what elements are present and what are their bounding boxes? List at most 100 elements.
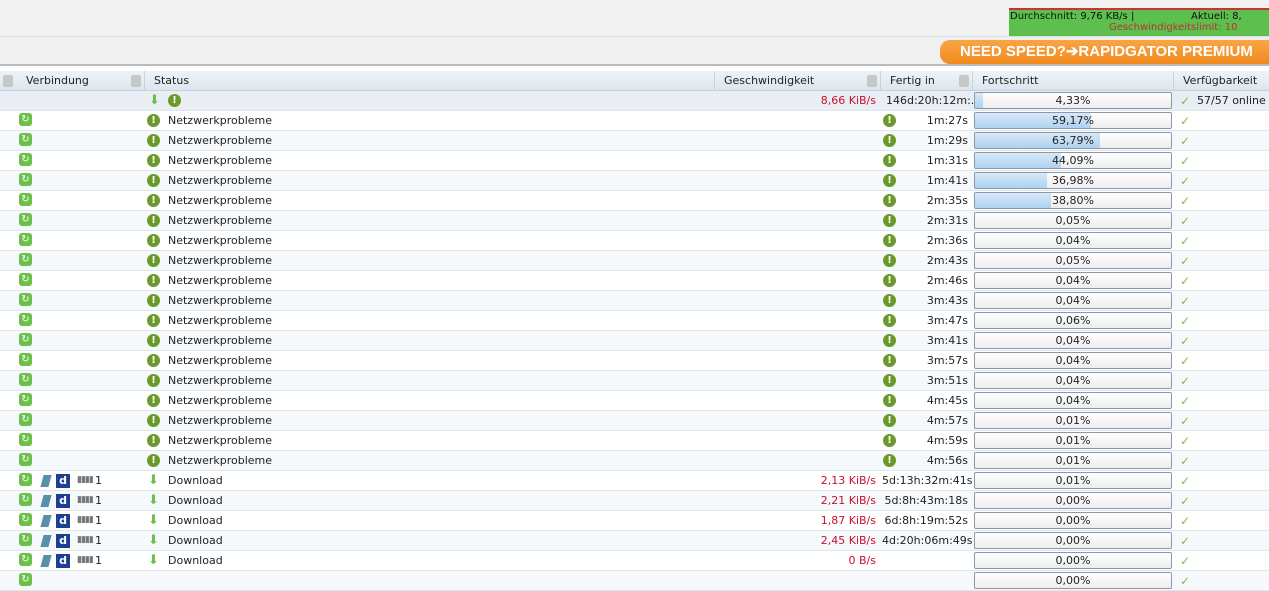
progress-bar: 0,04% — [974, 232, 1172, 249]
download-row[interactable]: ↻! ! Netzwerkprobleme 4m:45s 0,04% ✓ — [0, 391, 1269, 411]
progress-bar: 0,00% — [974, 492, 1172, 509]
refresh-icon[interactable]: ↻ — [19, 573, 32, 586]
progress-bar: 0,04% — [974, 392, 1172, 409]
check-icon: ✓ — [1180, 234, 1191, 248]
refresh-icon[interactable]: ↻ — [19, 193, 32, 206]
warning-icon: ! — [147, 354, 160, 367]
refresh-icon[interactable]: ↻ — [19, 133, 32, 146]
download-row[interactable]: ↻! ! Netzwerkprobleme 2m:31s 0,05% ✓ — [0, 211, 1269, 231]
status-text: Netzwerkprobleme — [168, 114, 273, 127]
refresh-icon[interactable]: ↻ — [19, 213, 32, 226]
check-icon: ✓ — [1180, 394, 1191, 408]
eta: 2m:31s — [926, 214, 968, 227]
refresh-icon[interactable]: ↻ — [19, 273, 32, 286]
eta: 4m:45s — [926, 394, 968, 407]
check-icon: ✓ — [1180, 354, 1191, 368]
eta: 4d:20h:06m:49s — [882, 534, 973, 547]
download-row[interactable]: ↻! ! Netzwerkprobleme 1m:31s 44,09% ✓ — [0, 151, 1269, 171]
download-row[interactable]: ↻! ! Netzwerkprobleme 4m:59s 0,01% ✓ — [0, 431, 1269, 451]
refresh-icon[interactable]: ↻ — [19, 333, 32, 346]
download-icon: ⬇ — [148, 533, 159, 548]
check-icon: ✓ — [1180, 134, 1191, 148]
progress-text: 0,00% — [1055, 574, 1091, 587]
download-row[interactable]: ↻! ! Netzwerkprobleme 3m:47s 0,06% ✓ — [0, 311, 1269, 331]
download-row[interactable]: ↻! ! Netzwerkprobleme 3m:43s 0,04% ✓ — [0, 291, 1269, 311]
download-row[interactable]: ↻ d ▮▮▮▮ 1 ⬇ 0 B/s Download 0,00% ✓ — [0, 551, 1269, 571]
connections-icon: ▮▮▮▮ — [77, 515, 94, 525]
warning-icon: ! — [147, 454, 160, 467]
lock-icon[interactable] — [867, 75, 877, 87]
refresh-icon[interactable]: ↻ — [19, 373, 32, 386]
progress-text: 0,01% — [1055, 434, 1091, 447]
refresh-icon[interactable]: ↻ — [19, 233, 32, 246]
download-row[interactable]: ↻ d ▮▮▮▮ 1 ⬇ 2,45 KiB/s Download 4d:20h:0… — [0, 531, 1269, 551]
progress-text: 0,04% — [1055, 294, 1091, 307]
column-header-connection[interactable]: Verbindung — [18, 71, 145, 91]
refresh-icon[interactable]: ↻ — [19, 293, 32, 306]
download-row[interactable]: ↻ d ▮▮▮▮ 1 ⬇ 2,13 KiB/s Download 5d:13h:3… — [0, 471, 1269, 491]
progress-bar: 0,01% — [974, 432, 1172, 449]
download-row[interactable]: ↻ d ▮▮▮▮ 1 ⬇ 2,21 KiB/s Download 5d:8h:43… — [0, 491, 1269, 511]
warning-icon: ! — [147, 214, 160, 227]
refresh-icon[interactable]: ↻ — [19, 493, 32, 506]
download-row[interactable]: ↻! ! Netzwerkprobleme 2m:35s 38,80% ✓ — [0, 191, 1269, 211]
refresh-icon[interactable]: ↻ — [19, 513, 32, 526]
refresh-icon[interactable]: ↻ — [19, 453, 32, 466]
column-header-progress[interactable]: Fortschritt — [974, 71, 1174, 91]
progress-bar: 59,17% — [974, 112, 1172, 129]
progress-text: 0,01% — [1055, 474, 1091, 487]
eta: 2m:35s — [926, 194, 968, 207]
lock-icon[interactable] — [959, 75, 969, 87]
download-row[interactable]: ↻ d ▮▮▮▮ 1 ⬇ 1,87 KiB/s Download 6d:8h:19… — [0, 511, 1269, 531]
connection-count: 1 — [95, 514, 102, 527]
check-icon: ✓ — [1180, 214, 1191, 228]
download-row[interactable]: ↻! ! Netzwerkprobleme 1m:29s 63,79% ✓ — [0, 131, 1269, 151]
refresh-icon[interactable]: ↻ — [19, 113, 32, 126]
refresh-icon[interactable]: ↻ — [19, 313, 32, 326]
refresh-icon[interactable]: ↻ — [19, 173, 32, 186]
lock-icon[interactable] — [131, 75, 141, 87]
status-text: Netzwerkprobleme — [168, 254, 273, 267]
progress-text: 44,09% — [1052, 154, 1094, 167]
hoster-icon: d — [56, 534, 70, 548]
progress-text: 0,01% — [1055, 414, 1091, 427]
refresh-icon[interactable]: ↻ — [19, 473, 32, 486]
refresh-icon[interactable]: ↻ — [19, 533, 32, 546]
download-row[interactable]: ↻ 0,00% ✓ — [0, 571, 1269, 591]
refresh-icon[interactable]: ↻ — [19, 253, 32, 266]
column-header-speed[interactable]: Geschwindigkeit — [716, 71, 881, 91]
download-row[interactable]: ↻! ! Netzwerkprobleme 4m:56s 0,01% ✓ — [0, 451, 1269, 471]
column-header-availability[interactable]: Verfügbarkeit — [1175, 71, 1269, 91]
refresh-icon[interactable]: ↻ — [19, 413, 32, 426]
download-row[interactable]: ↻! ! Netzwerkprobleme 2m:36s 0,04% ✓ — [0, 231, 1269, 251]
refresh-icon[interactable]: ↻ — [19, 353, 32, 366]
premium-banner[interactable]: NEED SPEED?➔RAPIDGATOR PREMIUM — [940, 40, 1269, 64]
lock-icon[interactable] — [3, 75, 13, 87]
download-row[interactable]: ↻! ! Netzwerkprobleme 2m:46s 0,04% ✓ — [0, 271, 1269, 291]
download-row[interactable]: ↻! ! Netzwerkprobleme 4m:57s 0,01% ✓ — [0, 411, 1269, 431]
warning-icon: ! — [147, 414, 160, 427]
warning-icon: ! — [147, 274, 160, 287]
column-header-status[interactable]: Status — [146, 71, 715, 91]
progress-text: 0,04% — [1055, 394, 1091, 407]
progress-text: 0,04% — [1055, 334, 1091, 347]
refresh-icon[interactable]: ↻ — [19, 393, 32, 406]
connections-icon: ▮▮▮▮ — [77, 555, 94, 565]
package-row[interactable]: ⬇ ! 8,66 KiB/s 146d:20h:12m:... 4,33% ✓ … — [0, 91, 1269, 111]
refresh-icon[interactable]: ↻ — [19, 553, 32, 566]
download-row[interactable]: ↻! ! Netzwerkprobleme 2m:43s 0,05% ✓ — [0, 251, 1269, 271]
download-row[interactable]: ↻! ! Netzwerkprobleme 3m:51s 0,04% ✓ — [0, 371, 1269, 391]
status-text: Download — [168, 534, 223, 547]
refresh-icon[interactable]: ↻ — [19, 433, 32, 446]
warning-icon: ! — [147, 434, 160, 447]
download-row[interactable]: ↻! ! Netzwerkprobleme 3m:41s 0,04% ✓ — [0, 331, 1269, 351]
download-row[interactable]: ↻! ! Netzwerkprobleme 1m:41s 36,98% ✓ — [0, 171, 1269, 191]
check-icon: ✓ — [1180, 174, 1191, 188]
download-row[interactable]: ↻! ! Netzwerkprobleme 1m:27s 59,17% ✓ — [0, 111, 1269, 131]
refresh-icon[interactable]: ↻ — [19, 153, 32, 166]
progress-text: 0,04% — [1055, 374, 1091, 387]
download-row[interactable]: ↻! ! Netzwerkprobleme 3m:57s 0,04% ✓ — [0, 351, 1269, 371]
connection-count: 1 — [95, 534, 102, 547]
speed-panel[interactable]: Durchschnitt: 9,76 KB/s | Aktuell: 8, Ge… — [1009, 8, 1269, 36]
connection-count: 1 — [95, 494, 102, 507]
